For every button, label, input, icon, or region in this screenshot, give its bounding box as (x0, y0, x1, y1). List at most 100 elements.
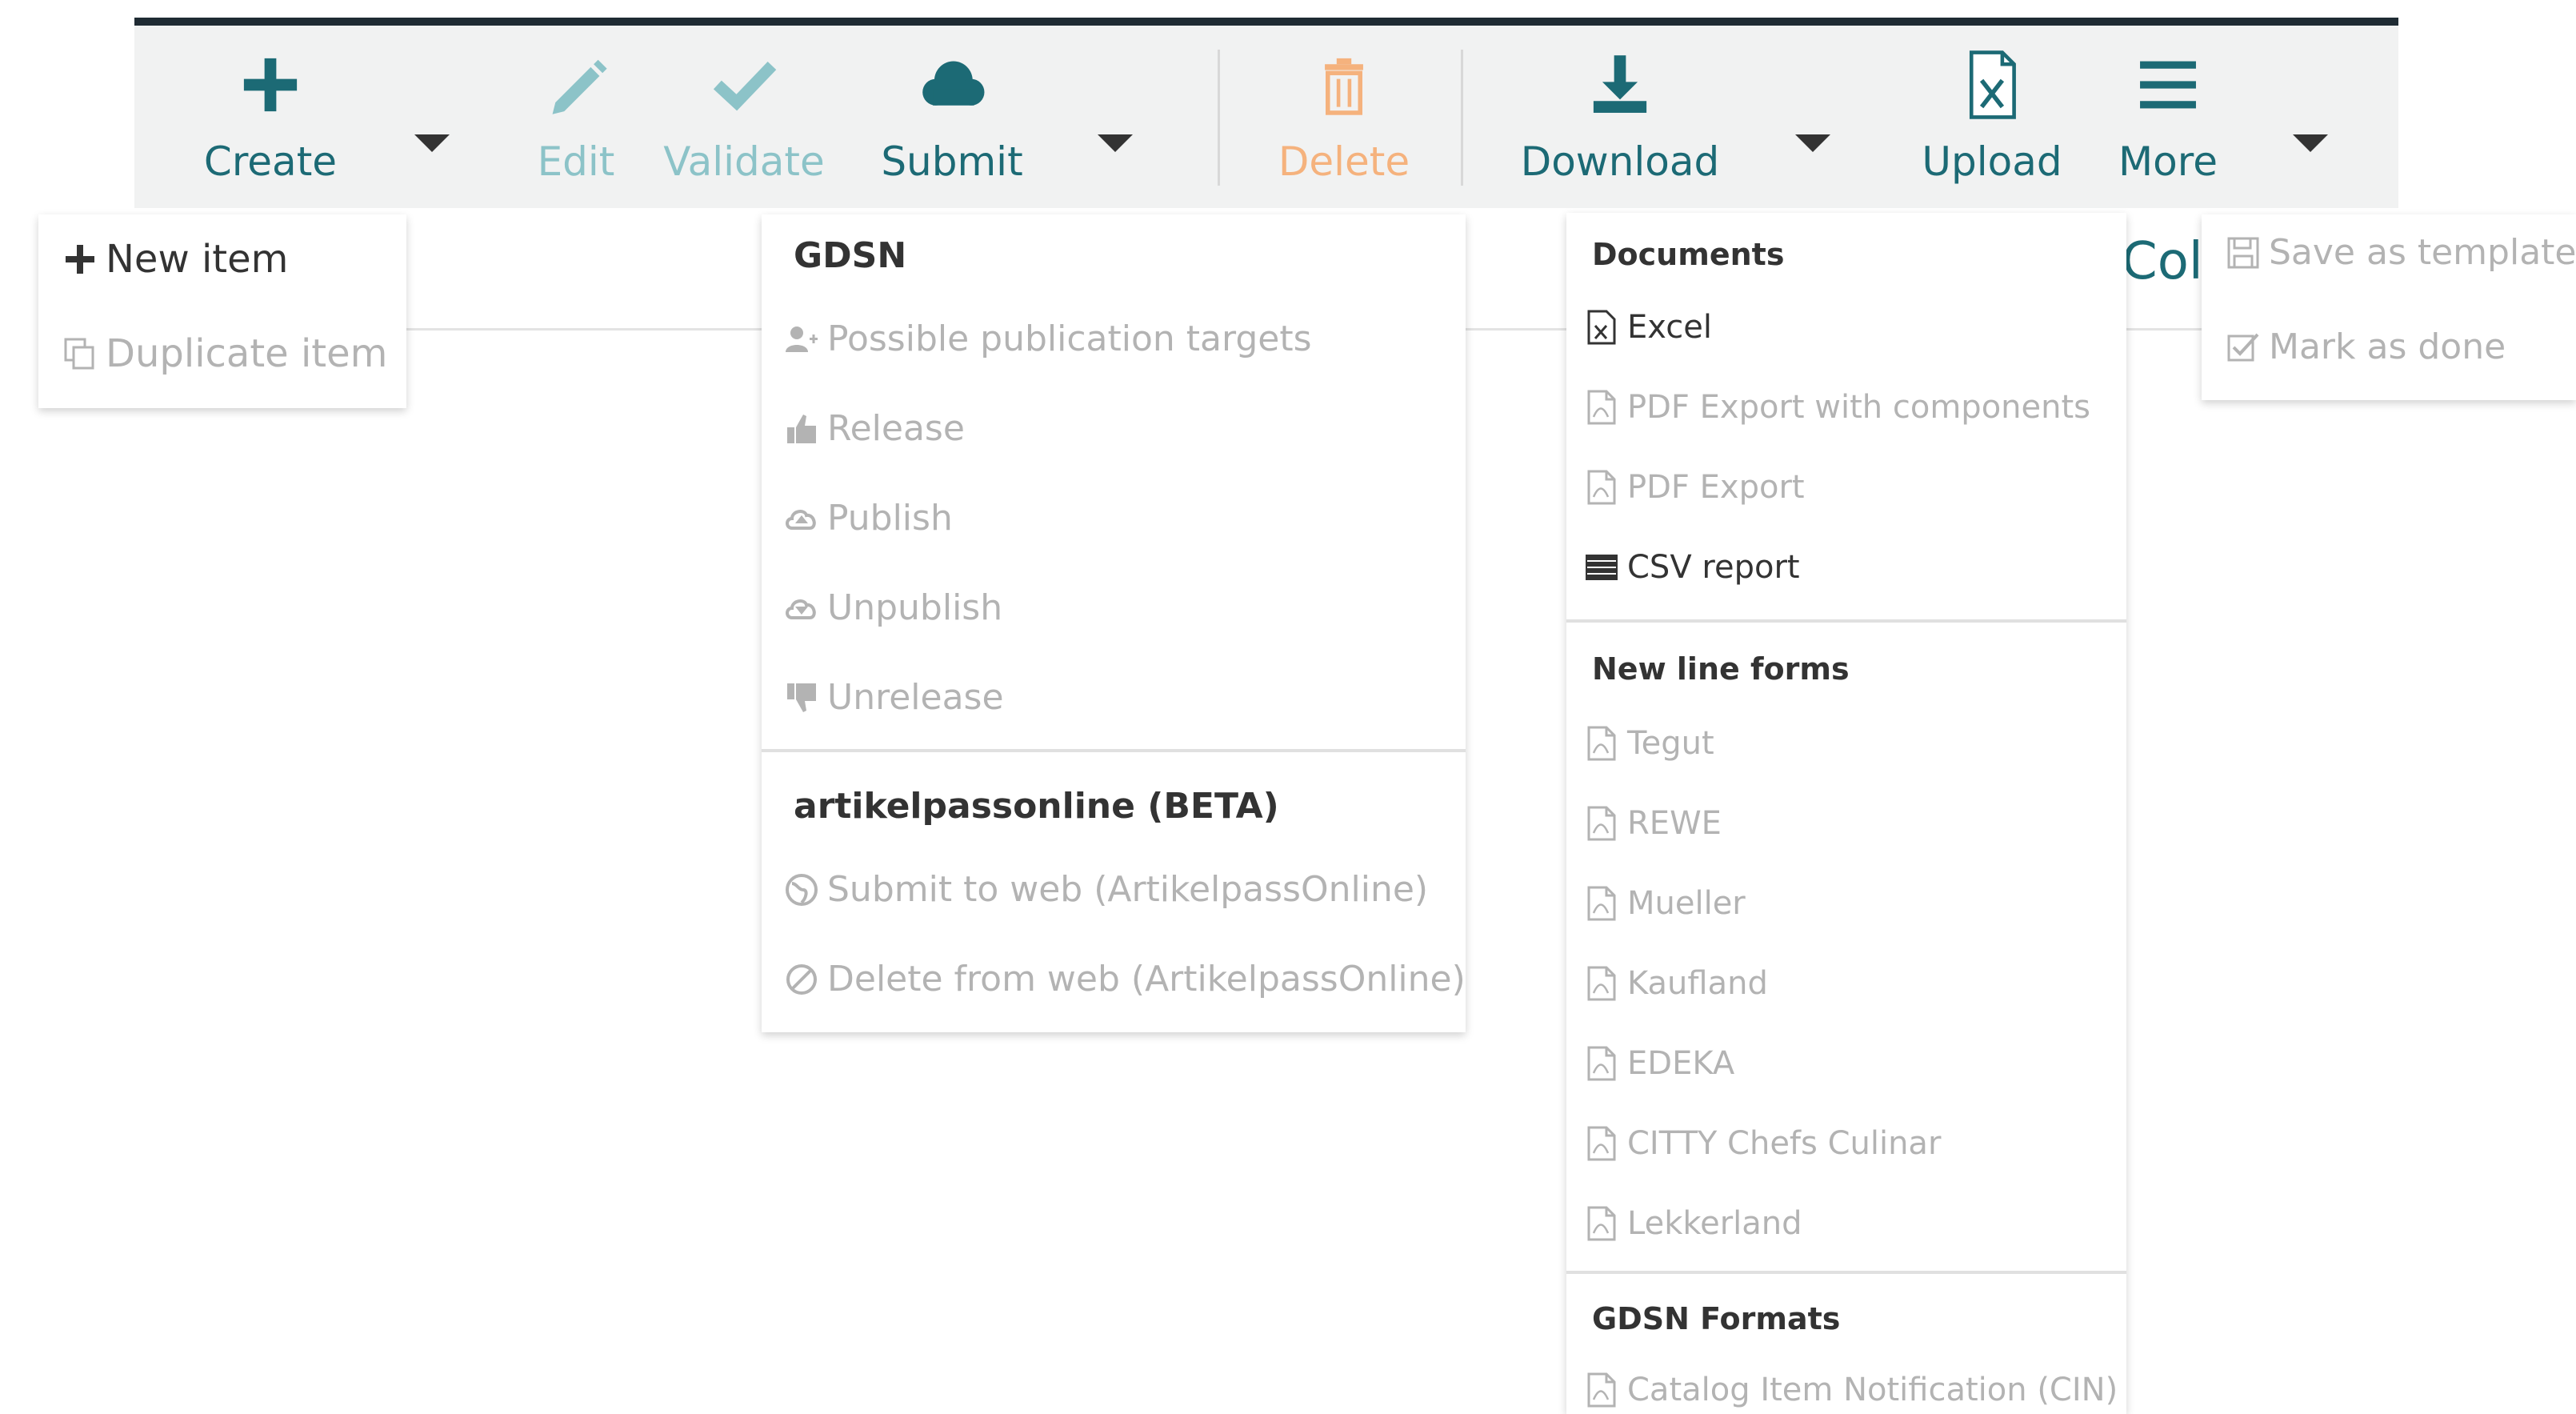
menu-item-label: Catalog Item Notification (CIN) (1627, 1372, 2118, 1408)
menu-item-label: Release (827, 408, 965, 449)
menu-section-header: GDSN (794, 235, 907, 276)
create-dropdown-menu: New item Duplicate item (38, 214, 406, 408)
delete-button[interactable]: Delete (1264, 26, 1424, 186)
edit-button[interactable]: Edit (520, 26, 632, 186)
more-button[interactable]: More (2096, 26, 2240, 186)
create-label: Create (203, 138, 338, 185)
pencil-icon (552, 59, 607, 114)
download-dropdown-caret[interactable] (1795, 134, 1830, 152)
citty-chefs-culinar-form-menu-item[interactable]: CITTY Chefs Culinar (1584, 1125, 1941, 1162)
table-list-icon (1586, 555, 1618, 580)
validate-label: Validate (663, 138, 825, 185)
menu-item-label: Lekkerland (1627, 1205, 1802, 1242)
add-user-icon (786, 326, 818, 352)
pdf-file-icon (1587, 1372, 1616, 1408)
menu-item-label: Unrelease (827, 677, 1004, 718)
pdf-export-with-components-menu-item[interactable]: PDF Export with components (1584, 389, 2090, 426)
unrelease-menu-item[interactable]: Unrelease (784, 677, 1004, 718)
create-dropdown-caret[interactable] (414, 134, 450, 152)
toolbar-separator (1218, 50, 1220, 186)
new-item-menu-item[interactable]: New item (62, 237, 288, 282)
menu-item-label: Mark as done (2269, 326, 2506, 367)
download-label: Download (1520, 138, 1720, 185)
rewe-form-menu-item[interactable]: REWE (1584, 805, 1722, 842)
menu-item-label: Save as template (2269, 232, 2576, 273)
menu-item-label: Unpublish (827, 587, 1003, 628)
pdf-file-icon (1587, 726, 1616, 761)
pdf-file-icon (1587, 966, 1616, 1001)
menu-item-label: Duplicate item (106, 331, 388, 376)
upload-label: Upload (1922, 138, 2062, 185)
pdf-file-icon (1587, 1206, 1616, 1241)
background-heading-fragment: Col (2122, 232, 2203, 291)
kaufland-form-menu-item[interactable]: Kaufland (1584, 965, 1768, 1002)
submit-dropdown-menu: GDSN Possible publication targets Releas… (762, 214, 1466, 1032)
pdf-file-icon (1587, 470, 1616, 505)
more-dropdown-menu: Save as template Mark as done (2202, 214, 2576, 400)
delete-label: Delete (1278, 138, 1410, 185)
release-menu-item[interactable]: Release (784, 408, 965, 449)
edit-label: Edit (537, 138, 615, 185)
submit-to-web-menu-item[interactable]: Submit to web (ArtikelpassOnline) (784, 869, 1428, 910)
menu-item-label: PDF Export with components (1627, 389, 2091, 426)
excel-file-icon (1587, 310, 1616, 345)
cloud-download-icon (786, 599, 816, 619)
unpublish-menu-item[interactable]: Unpublish (784, 587, 1002, 628)
plus-icon (66, 245, 94, 274)
duplicate-item-menu-item[interactable]: Duplicate item (62, 331, 387, 376)
top-bar-line (134, 18, 2398, 26)
menu-divider (1566, 619, 2126, 623)
menu-item-label: REWE (1627, 805, 1722, 842)
ban-icon (786, 963, 817, 995)
submit-button[interactable]: Submit (872, 26, 1032, 186)
menu-section-header: GDSN Formats (1592, 1301, 1841, 1336)
save-as-template-menu-item[interactable]: Save as template (2226, 232, 2576, 273)
menu-item-label: CITTY Chefs Culinar (1627, 1125, 1942, 1162)
duplicate-icon (64, 338, 94, 370)
possible-publication-targets-menu-item[interactable]: Possible publication targets (784, 318, 1312, 359)
menu-item-label: Kaufland (1627, 965, 1768, 1002)
download-button[interactable]: Download (1512, 26, 1728, 186)
toolbar-separator (1461, 50, 1463, 186)
download-icon (1593, 55, 1647, 113)
checkmark-icon (713, 61, 777, 111)
pdf-file-icon (1587, 1046, 1616, 1081)
pdf-export-menu-item[interactable]: PDF Export (1584, 469, 1805, 506)
menu-section-header: New line forms (1592, 651, 1850, 687)
more-dropdown-caret[interactable] (2293, 134, 2328, 152)
thumbs-down-icon (787, 683, 816, 712)
mueller-form-menu-item[interactable]: Mueller (1584, 885, 1746, 922)
validate-button[interactable]: Validate (663, 26, 825, 186)
floppy-disk-icon (2227, 237, 2259, 268)
checkbox-icon (2227, 333, 2259, 361)
menu-section-header: Documents (1592, 237, 1785, 272)
edeka-form-menu-item[interactable]: EDEKA (1584, 1045, 1734, 1082)
trash-icon (1325, 58, 1363, 115)
mark-as-done-menu-item[interactable]: Mark as done (2226, 326, 2506, 367)
more-label: More (2118, 138, 2218, 185)
submit-dropdown-caret[interactable] (1098, 134, 1133, 152)
menu-item-label: Excel (1627, 309, 1712, 346)
create-button[interactable]: Create (198, 26, 342, 186)
globe-icon (786, 873, 818, 906)
plus-icon (243, 58, 298, 112)
upload-button[interactable]: Upload (1912, 26, 2072, 186)
excel-export-menu-item[interactable]: Excel (1584, 309, 1712, 346)
publish-menu-item[interactable]: Publish (784, 498, 953, 539)
catalog-item-notification-menu-item[interactable]: Catalog Item Notification (CIN) (1584, 1372, 2118, 1408)
menu-item-label: Delete from web (ArtikelpassOnline) (827, 959, 1466, 999)
pdf-file-icon (1587, 806, 1616, 841)
cloud-upload-icon (786, 509, 816, 530)
tegut-form-menu-item[interactable]: Tegut (1584, 725, 1714, 762)
pdf-file-icon (1587, 390, 1616, 425)
download-dropdown-menu: Documents Excel PDF Export with componen… (1566, 213, 2126, 1414)
pdf-file-icon (1587, 886, 1616, 921)
csv-report-menu-item[interactable]: CSV report (1584, 549, 1800, 586)
menu-item-label: Publish (827, 498, 953, 539)
lekkerland-form-menu-item[interactable]: Lekkerland (1584, 1205, 1802, 1242)
delete-from-web-menu-item[interactable]: Delete from web (ArtikelpassOnline) (784, 959, 1466, 999)
pdf-file-icon (1587, 1126, 1616, 1161)
cloud-icon (922, 61, 985, 106)
menu-item-label: Submit to web (ArtikelpassOnline) (827, 869, 1429, 910)
menu-section-header: artikelpassonline (BETA) (794, 786, 1279, 827)
